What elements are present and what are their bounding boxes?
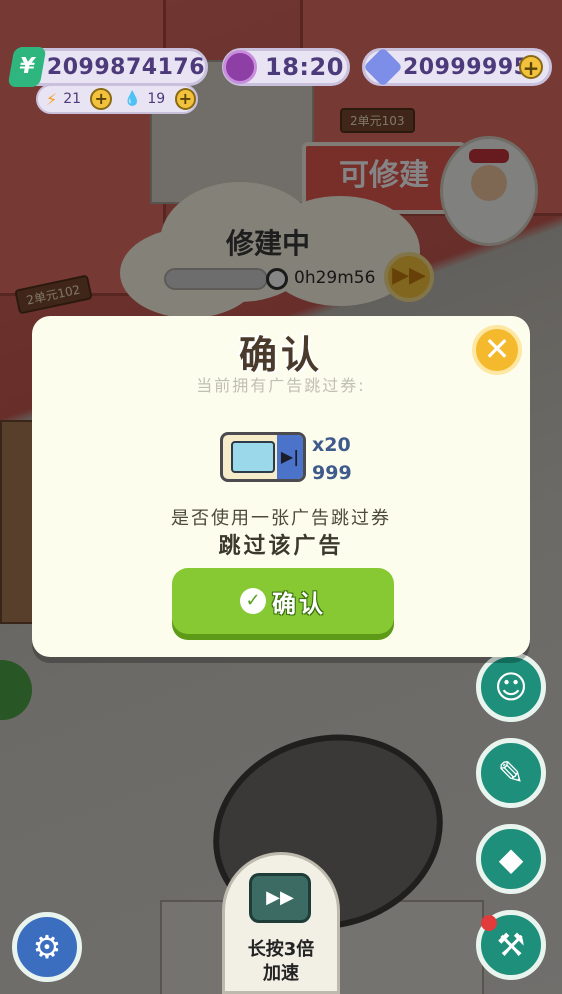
smile-icon: ☺ — [494, 668, 528, 706]
notification-dot — [481, 915, 497, 931]
speedup-label-1: 长按3倍 — [247, 939, 315, 960]
diamond-button[interactable]: ◆ — [476, 824, 546, 894]
dialog-question-line2: 跳过该广告 — [218, 534, 344, 559]
cash-counter: ¥ 2099874176 — [7, 47, 208, 87]
add-energy-button[interactable]: + — [90, 88, 112, 110]
close-icon: ✕ — [483, 330, 511, 368]
skip-icon: ▶| — [277, 435, 303, 479]
clock-icon — [223, 50, 257, 84]
time-value: 18:20 — [265, 53, 344, 81]
resource-bar: ⚡ 21 + 💧 19 + — [36, 84, 198, 114]
settings-button[interactable]: ⚙ — [12, 912, 82, 982]
water-drop-icon: 💧 — [123, 91, 142, 107]
notes-icon: ✎ — [497, 754, 525, 792]
tv-fast-forward-icon: ▶▶ — [249, 873, 311, 923]
ticket-count: 999 — [312, 462, 352, 484]
clock-counter: 18:20 — [222, 48, 350, 86]
film-icon — [231, 441, 275, 473]
ticket-multiplier: x20 — [312, 434, 351, 456]
confirm-button-label: 确认 — [272, 589, 326, 618]
check-icon: ✓ — [240, 588, 266, 614]
diamond-icon: ◆ — [498, 840, 524, 878]
water-value: 19 — [147, 91, 166, 107]
hammer-wrench-icon: ⚒ — [496, 926, 526, 964]
gem-value: 20999995 — [403, 54, 530, 80]
emoji-button[interactable]: ☺ — [476, 652, 546, 722]
gear-icon: ⚙ — [32, 928, 62, 966]
dialog-title: 确认 — [238, 333, 323, 377]
gem-icon — [363, 47, 403, 87]
ad-skip-ticket-icon: ▶| — [220, 432, 306, 482]
cash-value: 2099874176 — [46, 54, 205, 80]
speedup-button[interactable]: ▶▶ 长按3倍 加速 — [222, 852, 340, 994]
gem-counter: 20999995 + — [362, 47, 552, 87]
speedup-label-2: 加速 — [263, 963, 299, 984]
add-gems-button[interactable]: + — [519, 55, 543, 79]
energy-value: 21 — [63, 91, 82, 107]
close-button[interactable]: ✕ — [472, 325, 522, 375]
energy-icon: ⚡ — [46, 89, 58, 109]
yen-icon: ¥ — [7, 47, 47, 87]
dialog-question-line1: 是否使用一张广告跳过券 — [171, 508, 391, 529]
add-water-button[interactable]: + — [174, 88, 197, 110]
confirm-dialog: 确认 ✕ 当前拥有广告跳过券: ▶| x20 999 是否使用一张广告跳过券 跳… — [32, 316, 530, 657]
dialog-subtitle: 当前拥有广告跳过券: — [196, 376, 366, 395]
tools-button[interactable]: ⚒ — [476, 910, 546, 980]
notes-button[interactable]: ✎ — [476, 738, 546, 808]
confirm-button[interactable]: ✓ 确认 — [172, 568, 394, 634]
